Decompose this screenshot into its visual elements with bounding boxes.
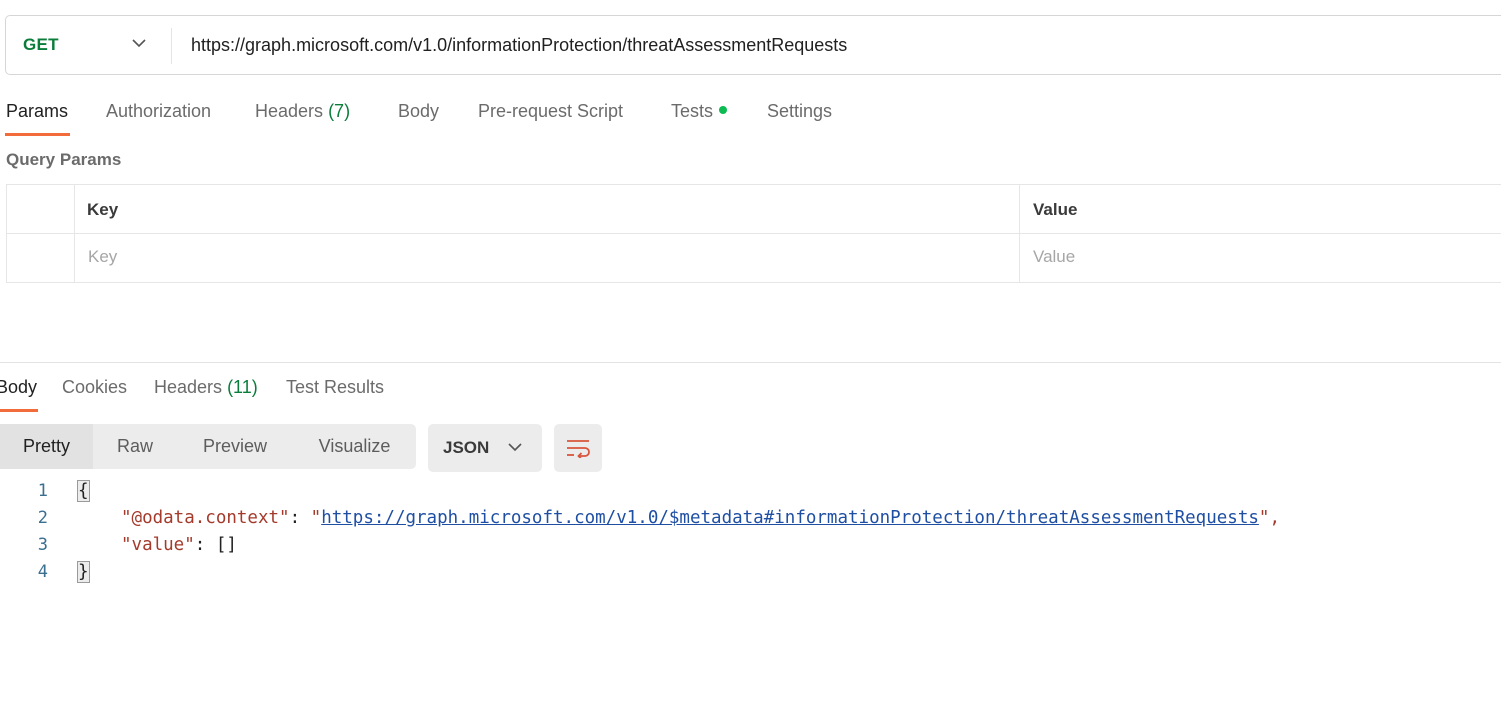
tab-authorization[interactable]: Authorization xyxy=(106,101,211,122)
format-label: JSON xyxy=(443,438,490,457)
divider xyxy=(7,233,1501,234)
response-tab-headers-label: Headers xyxy=(154,377,223,397)
column-header-key: Key xyxy=(87,200,119,219)
headers-count-badge: (7) xyxy=(328,101,351,121)
view-preview-button[interactable]: Preview xyxy=(177,424,293,469)
value-input[interactable]: Value xyxy=(1033,247,1075,267)
tests-status-dot xyxy=(719,106,728,115)
method-label: GET xyxy=(23,35,59,54)
tab-prerequest-script[interactable]: Pre-request Script xyxy=(478,101,623,122)
active-response-tab-indicator xyxy=(0,409,38,412)
json-key: "@odata.context" xyxy=(121,508,290,528)
code-line: { xyxy=(77,480,90,502)
format-select[interactable]: JSON xyxy=(428,424,542,472)
pane-resize-handle[interactable] xyxy=(0,362,1501,363)
method-select[interactable]: GET xyxy=(6,16,171,74)
line-number: 3 xyxy=(37,535,48,555)
key-input[interactable]: Key xyxy=(88,247,117,267)
view-pretty-button[interactable]: Pretty xyxy=(0,424,93,469)
json-key: "value" xyxy=(121,535,195,555)
tab-headers[interactable]: Headers (7) xyxy=(255,101,350,122)
divider xyxy=(171,28,172,64)
json-quote: " xyxy=(310,508,322,528)
request-url-bar: GET https://graph.microsoft.com/v1.0/inf… xyxy=(5,15,1501,75)
view-mode-group: Pretty Raw Preview Visualize xyxy=(0,424,416,469)
code-line: "value": [] xyxy=(121,535,237,555)
tab-tests[interactable]: Tests xyxy=(671,101,728,122)
chevron-down-icon xyxy=(132,39,146,48)
line-number: 1 xyxy=(37,481,48,501)
code-line: "@odata.context": "https://graph.microso… xyxy=(121,508,1280,528)
response-headers-count-badge: (11) xyxy=(227,377,258,397)
response-tab-body[interactable]: Body xyxy=(0,377,37,398)
json-value: [] xyxy=(215,535,237,555)
context-url-link[interactable]: https://graph.microsoft.com/v1.0/$metada… xyxy=(321,508,1259,528)
json-colon: : xyxy=(194,535,216,555)
query-params-title: Query Params xyxy=(6,150,122,169)
query-params-table: Key Value Key Value xyxy=(6,184,1501,283)
tab-settings[interactable]: Settings xyxy=(767,101,832,122)
view-visualize-button[interactable]: Visualize xyxy=(293,424,416,469)
close-brace: } xyxy=(77,561,90,583)
code-line: } xyxy=(77,561,90,583)
json-quote: ", xyxy=(1258,508,1280,528)
wrap-lines-button[interactable] xyxy=(554,424,602,472)
tab-headers-label: Headers xyxy=(255,101,324,121)
response-tab-cookies[interactable]: Cookies xyxy=(62,377,127,398)
wrap-lines-icon xyxy=(567,440,590,458)
tab-tests-label: Tests xyxy=(671,101,714,121)
response-tab-test-results[interactable]: Test Results xyxy=(286,377,384,398)
open-brace: { xyxy=(77,480,90,502)
chevron-down-icon xyxy=(508,443,522,452)
column-header-value: Value xyxy=(1033,200,1078,219)
url-input[interactable]: https://graph.microsoft.com/v1.0/informa… xyxy=(191,16,847,74)
json-colon: : xyxy=(289,508,311,528)
tab-body[interactable]: Body xyxy=(398,101,439,122)
response-tab-headers[interactable]: Headers (11) xyxy=(154,377,258,398)
line-number: 4 xyxy=(37,562,48,582)
view-raw-button[interactable]: Raw xyxy=(93,424,177,469)
active-tab-indicator xyxy=(5,133,70,136)
line-number: 2 xyxy=(37,508,48,528)
tab-params[interactable]: Params xyxy=(6,101,68,122)
